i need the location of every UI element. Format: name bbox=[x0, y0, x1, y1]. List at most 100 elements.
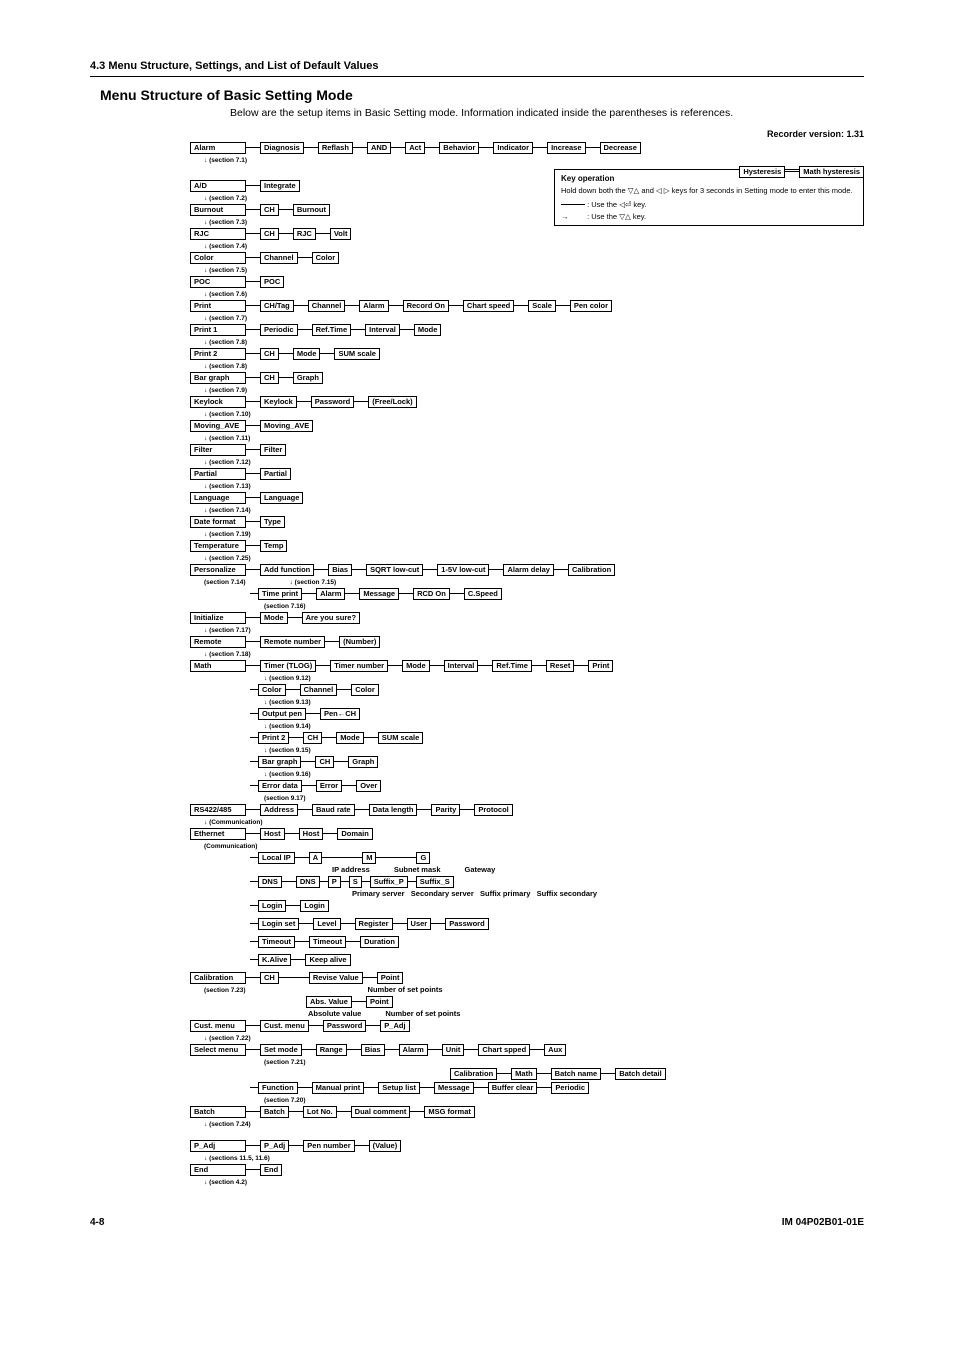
menu-box: 1-5V low-cut bbox=[437, 564, 489, 576]
menu-box: Partial bbox=[260, 468, 291, 480]
menu-box: Personalize bbox=[190, 564, 246, 576]
menu-side: Print 2 bbox=[190, 348, 246, 360]
menu-box: Unit bbox=[442, 1044, 465, 1056]
section-ref: (sections 11.5, 11.6) bbox=[190, 1155, 270, 1162]
menu-box: Math bbox=[190, 660, 246, 672]
menu-box: Increase bbox=[547, 142, 585, 154]
menu-box: Language bbox=[260, 492, 303, 504]
menu-box: Host bbox=[260, 828, 285, 840]
menu-side: Print 1 bbox=[190, 324, 246, 336]
menu-box: Math bbox=[511, 1068, 537, 1080]
menu-box: Calibration bbox=[450, 1068, 497, 1080]
menu-box: Burnout bbox=[293, 204, 330, 216]
menu-box: Bar graph bbox=[258, 756, 301, 768]
menu-box: Login set bbox=[258, 918, 299, 930]
menu-box: Bias bbox=[361, 1044, 385, 1056]
intro-text: Below are the setup items in Basic Setti… bbox=[230, 107, 864, 121]
menu-box: S bbox=[349, 876, 362, 888]
menu-side: Keylock bbox=[190, 396, 246, 408]
menu-box: Indicator bbox=[493, 142, 533, 154]
menu-box: Add function bbox=[260, 564, 314, 576]
menu-box: Diagnosis bbox=[260, 142, 304, 154]
section-ref: (section 7.5) bbox=[190, 267, 247, 274]
menu-box: Lot No. bbox=[303, 1106, 337, 1118]
menu-box: Batch name bbox=[551, 1068, 602, 1080]
menu-box: MSG format bbox=[424, 1106, 475, 1118]
section-ref: (Communication) bbox=[190, 819, 263, 826]
menu-box: Password bbox=[323, 1020, 366, 1032]
menu-box: SUM scale bbox=[334, 348, 380, 360]
menu-side: Temperature bbox=[190, 540, 246, 552]
menu-box: Output pen bbox=[258, 708, 306, 720]
menu-box: Suffix_P bbox=[370, 876, 408, 888]
menu-box: SUM scale bbox=[378, 732, 424, 744]
menu-box: CH bbox=[315, 756, 334, 768]
menu-box: Graph bbox=[293, 372, 323, 384]
menu-box: M bbox=[362, 852, 376, 864]
menu-box: Alarm bbox=[190, 142, 246, 154]
menu-box: Graph bbox=[348, 756, 378, 768]
menu-box: Mode bbox=[402, 660, 430, 672]
menu-box: Password bbox=[445, 918, 488, 930]
menu-box: Timeout bbox=[258, 936, 295, 948]
menu-box: Host bbox=[299, 828, 324, 840]
menu-box: Mode bbox=[336, 732, 364, 744]
menu-box: Filter bbox=[260, 444, 286, 456]
menu-side: RJC bbox=[190, 228, 246, 240]
menu-side: POC bbox=[190, 276, 246, 288]
menu-box: A bbox=[309, 852, 322, 864]
menu-side: Date format bbox=[190, 516, 246, 528]
menu-box: Over bbox=[356, 780, 381, 792]
menu-box: Decrease bbox=[600, 142, 641, 154]
menu-box: CH/Tag bbox=[260, 300, 294, 312]
menu-box: K.Alive bbox=[258, 954, 291, 966]
menu-side: Partial bbox=[190, 468, 246, 480]
menu-box: Level bbox=[313, 918, 340, 930]
section-ref: (section 7.2) bbox=[190, 195, 247, 202]
menu-box: Range bbox=[316, 1044, 347, 1056]
menu-box: P_Adj bbox=[380, 1020, 409, 1032]
menu-box: CH bbox=[260, 204, 279, 216]
menu-box: Pen color bbox=[570, 300, 612, 312]
menu-box: Ethernet bbox=[190, 828, 246, 840]
menu-box: DNS bbox=[258, 876, 282, 888]
menu-box: (Number) bbox=[339, 636, 380, 648]
menu-box: Domain bbox=[337, 828, 373, 840]
menu-box: Print bbox=[588, 660, 613, 672]
menu-box: Hysteresis bbox=[739, 166, 785, 178]
footer-doc: IM 04P02B01-01E bbox=[782, 1217, 864, 1228]
menu-box: Local IP bbox=[258, 852, 295, 864]
menu-box: Timeout bbox=[309, 936, 346, 948]
section-ref: (section 7.14) bbox=[190, 507, 251, 514]
menu-box: (Value) bbox=[369, 1140, 402, 1152]
section-ref: (section 7.11) bbox=[190, 435, 250, 442]
section-ref: (section 7.8) bbox=[190, 363, 247, 370]
menu-box: Batch bbox=[260, 1106, 289, 1118]
menu-box: CH bbox=[260, 972, 279, 984]
menu-side: Moving_AVE bbox=[190, 420, 246, 432]
menu-box: Keylock bbox=[260, 396, 297, 408]
menu-box: Dual comment bbox=[351, 1106, 411, 1118]
section-ref: (section 7.17) bbox=[190, 627, 251, 634]
menu-side: End bbox=[190, 1164, 246, 1176]
menu-box: POC bbox=[260, 276, 284, 288]
menu-box: Baud rate bbox=[312, 804, 355, 816]
menu-box: User bbox=[407, 918, 432, 930]
menu-box: Periodic bbox=[260, 324, 298, 336]
menu-diagram: Key operation Hold down both the ▽△ and … bbox=[190, 141, 864, 1187]
menu-box: Error bbox=[316, 780, 342, 792]
menu-box: P bbox=[328, 876, 341, 888]
menu-box: Reflash bbox=[318, 142, 353, 154]
menu-box: Data length bbox=[369, 804, 418, 816]
section-ref: (section 7.7) bbox=[190, 315, 247, 322]
menu-box: Set mode bbox=[260, 1044, 302, 1056]
page-title: Menu Structure of Basic Setting Mode bbox=[100, 87, 864, 103]
menu-box: Behavior bbox=[439, 142, 479, 154]
footer-page: 4-8 bbox=[90, 1217, 104, 1228]
menu-side: Language bbox=[190, 492, 246, 504]
menu-box: Ref.Time bbox=[492, 660, 532, 672]
menu-box: Abs. Value bbox=[306, 996, 352, 1008]
menu-box: Manual print bbox=[312, 1082, 365, 1094]
menu-box: Alarm bbox=[399, 1044, 428, 1056]
menu-box: DNS bbox=[296, 876, 320, 888]
